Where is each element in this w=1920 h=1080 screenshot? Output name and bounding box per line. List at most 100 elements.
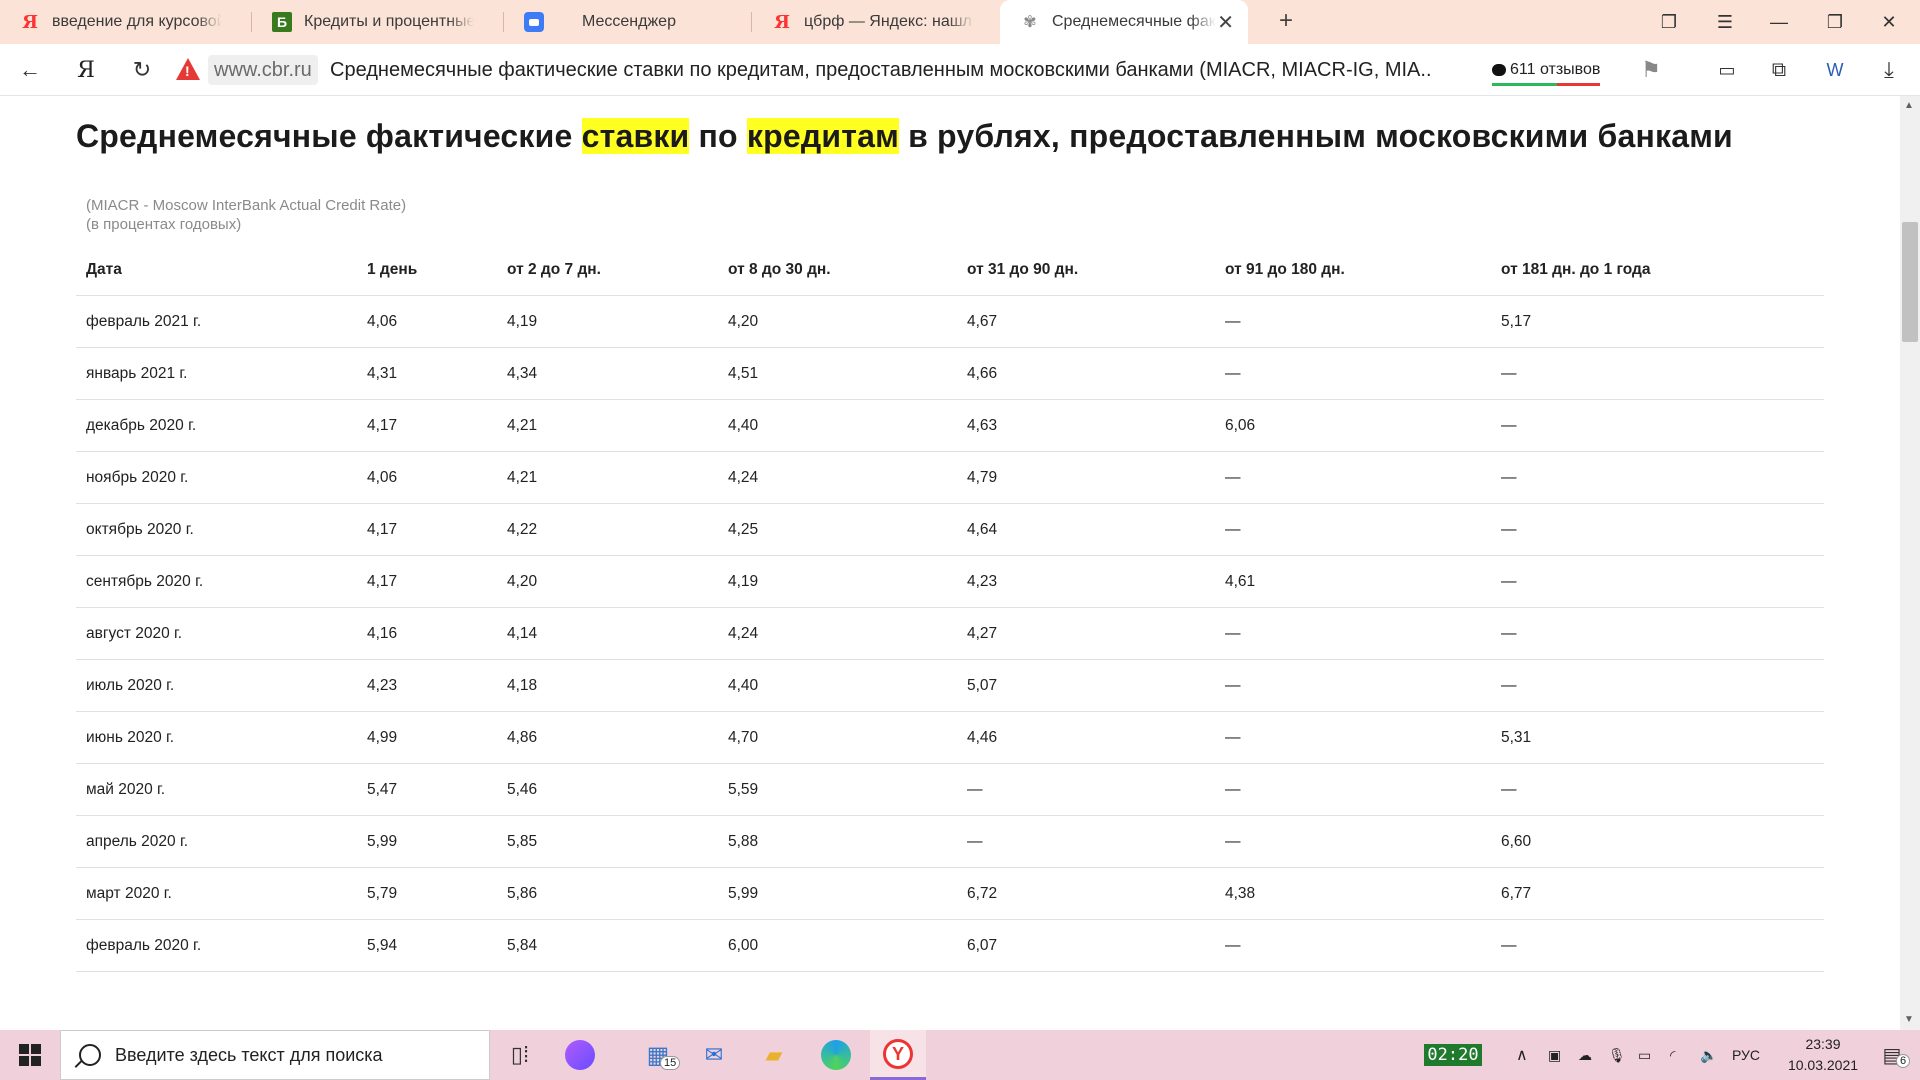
reload-icon[interactable]: ↻ xyxy=(124,44,160,96)
word-extension-icon[interactable]: W xyxy=(1818,44,1852,96)
tab-3[interactable]: Я цбрф — Яндекс: нашлось xyxy=(752,0,1000,44)
rate-cell: 4,23 xyxy=(367,677,398,694)
column-header: от 91 до 180 дн. xyxy=(1225,261,1345,278)
bookmark-icon[interactable]: ⚑ xyxy=(1636,44,1666,96)
rate-cell: 5,99 xyxy=(367,833,398,850)
rate-cell: 4,79 xyxy=(967,469,998,486)
rate-cell: 5,79 xyxy=(367,885,398,902)
rate-cell: 4,17 xyxy=(367,573,398,590)
rate-cell: 4,61 xyxy=(1225,573,1256,590)
menu-icon[interactable]: ☰ xyxy=(1702,0,1748,44)
tab-2[interactable]: Мессенджер xyxy=(504,0,752,44)
tab-title: Мессенджер xyxy=(582,13,676,30)
heading-highlight: ставки xyxy=(581,118,690,154)
new-tab-button[interactable]: + xyxy=(1272,8,1300,36)
extensions-icon[interactable]: ⧉ xyxy=(1762,44,1796,96)
table-row: февраль 2020 г. 5,94 5,84 6,00 6,07 — — xyxy=(76,920,1824,972)
table-row: май 2020 г. 5,47 5,46 5,59 — — — xyxy=(76,764,1824,816)
page-scrollbar[interactable]: ▲ ▼ xyxy=(1900,96,1920,1030)
task-view-icon[interactable]: ▯⁞ xyxy=(492,1030,548,1080)
tab-0[interactable]: Я введение для курсовой р xyxy=(0,0,252,44)
tab-active[interactable]: ✾ Среднемесячные факт ✕ xyxy=(1000,0,1248,44)
microphone-icon[interactable]: 🎙 xyxy=(1608,1030,1626,1080)
notifications-icon[interactable]: ▤ 6 xyxy=(1864,1030,1920,1080)
reviews-button[interactable]: 611 отзывов xyxy=(1492,54,1601,86)
yandex-logo-icon[interactable]: Я xyxy=(68,44,104,96)
tabs-list-icon[interactable]: ❐ xyxy=(1646,0,1692,44)
close-window-icon[interactable]: ✕ xyxy=(1866,0,1912,44)
rate-cell: 4,20 xyxy=(728,313,759,330)
security-warning-icon[interactable] xyxy=(176,58,200,80)
column-header: 1 день xyxy=(367,261,418,278)
file-explorer-icon[interactable]: ▦ 15 xyxy=(630,1030,686,1080)
mail-icon[interactable]: ✉ xyxy=(686,1030,742,1080)
tab-1[interactable]: Б Кредиты и процентные с xyxy=(252,0,504,44)
rate-cell: 5,59 xyxy=(728,781,759,798)
scroll-up-arrow-icon[interactable]: ▲ xyxy=(1904,100,1914,111)
battery-icon[interactable]: ▭ xyxy=(1710,44,1744,96)
rate-cell: 4,23 xyxy=(967,573,998,590)
search-placeholder: Введите здесь текст для поиска xyxy=(115,1044,383,1065)
rate-cell: 5,17 xyxy=(1501,313,1532,330)
page-heading: Среднемесячные фактические ставки по кре… xyxy=(76,118,1733,155)
language-indicator[interactable]: РУС xyxy=(1732,1030,1760,1080)
edge-icon[interactable] xyxy=(808,1030,864,1080)
rate-cell: 4,86 xyxy=(507,729,538,746)
download-icon[interactable]: ⤓ xyxy=(1872,44,1906,96)
folder-icon[interactable]: ▰ xyxy=(746,1030,802,1080)
url-domain[interactable]: www.cbr.ru xyxy=(208,55,318,85)
start-button[interactable] xyxy=(0,1030,60,1080)
rate-cell: 6,72 xyxy=(967,885,998,902)
clock[interactable]: 23:39 10.03.2021 xyxy=(1778,1034,1868,1076)
subtitle-line: (MIACR - Moscow InterBank Actual Credit … xyxy=(86,197,407,214)
yandex-circle: Y xyxy=(883,1038,913,1069)
date-cell: июнь 2020 г. xyxy=(86,729,175,746)
minimize-icon[interactable]: — xyxy=(1756,0,1802,44)
back-icon[interactable]: ← xyxy=(12,44,48,96)
yandex-browser-icon[interactable]: Y xyxy=(870,1030,926,1080)
table-row: август 2020 г. 4,16 4,14 4,24 4,27 — — xyxy=(76,608,1824,660)
date-cell: ноябрь 2020 г. xyxy=(86,469,189,486)
rate-cell: — xyxy=(1225,521,1241,538)
windows-taskbar: Введите здесь текст для поиска ▯⁞ ▦ 15 ✉… xyxy=(0,1030,1920,1080)
volume-icon[interactable]: 🔈 xyxy=(1700,1030,1717,1080)
table-row: июнь 2020 г. 4,99 4,86 4,70 4,46 — 5,31 xyxy=(76,712,1824,764)
meet-now-icon[interactable]: ▣ xyxy=(1548,1030,1561,1080)
speech-bubble-icon xyxy=(1492,64,1506,76)
timer-widget[interactable]: 02:20 xyxy=(1424,1044,1482,1066)
rate-cell: 4,24 xyxy=(728,469,759,486)
date-cell: февраль 2021 г. xyxy=(86,313,202,330)
table-row: апрель 2020 г. 5,99 5,85 5,88 — — 6,60 xyxy=(76,816,1824,868)
battery-tray-icon[interactable]: ▭ xyxy=(1638,1030,1651,1080)
rate-cell: 5,86 xyxy=(507,885,538,902)
close-tab-icon[interactable]: ✕ xyxy=(1217,10,1234,35)
table-row: январь 2021 г. 4,31 4,34 4,51 4,66 — — xyxy=(76,348,1824,400)
rate-cell: 4,67 xyxy=(967,313,998,330)
scroll-down-arrow-icon[interactable]: ▼ xyxy=(1904,1014,1914,1025)
table-header-row: Дата 1 день от 2 до 7 дн. от 8 до 30 дн.… xyxy=(76,244,1824,296)
alice-icon[interactable] xyxy=(552,1030,608,1080)
cbr-icon: ✾ xyxy=(1023,14,1037,31)
onedrive-icon[interactable]: ☁ xyxy=(1578,1030,1592,1080)
table-row: март 2020 г. 5,79 5,86 5,99 6,72 4,38 6,77 xyxy=(76,868,1824,920)
heading-text: по xyxy=(689,118,747,154)
rate-cell: 5,47 xyxy=(367,781,398,798)
rate-cell: 5,84 xyxy=(507,937,538,954)
reviews-rating-bar xyxy=(1492,83,1601,86)
maximize-icon[interactable]: ❐ xyxy=(1812,0,1858,44)
rate-cell: 5,07 xyxy=(967,677,998,694)
rate-cell: 6,06 xyxy=(1225,417,1256,434)
address-bar: ← Я ↻ www.cbr.ru Среднемесячные фактичес… xyxy=(0,44,1920,96)
rate-cell: — xyxy=(1225,781,1241,798)
date-cell: август 2020 г. xyxy=(86,625,183,642)
taskbar-search-box[interactable]: Введите здесь текст для поиска xyxy=(60,1030,490,1080)
url-page-title[interactable]: Среднемесячные фактические ставки по кре… xyxy=(330,55,1430,85)
show-hidden-icons-icon[interactable]: ∧ xyxy=(1516,1030,1528,1080)
rate-cell: 4,21 xyxy=(507,417,538,434)
subtitle-line: (в процентах годовых) xyxy=(86,216,242,233)
tab-title: цбрф — Яндекс: нашлось xyxy=(804,13,974,30)
wifi-icon[interactable]: ◜ xyxy=(1670,1030,1675,1080)
rate-cell: — xyxy=(1225,937,1241,954)
rate-cell: 4,16 xyxy=(367,625,398,642)
scrollbar-thumb[interactable] xyxy=(1902,222,1918,342)
